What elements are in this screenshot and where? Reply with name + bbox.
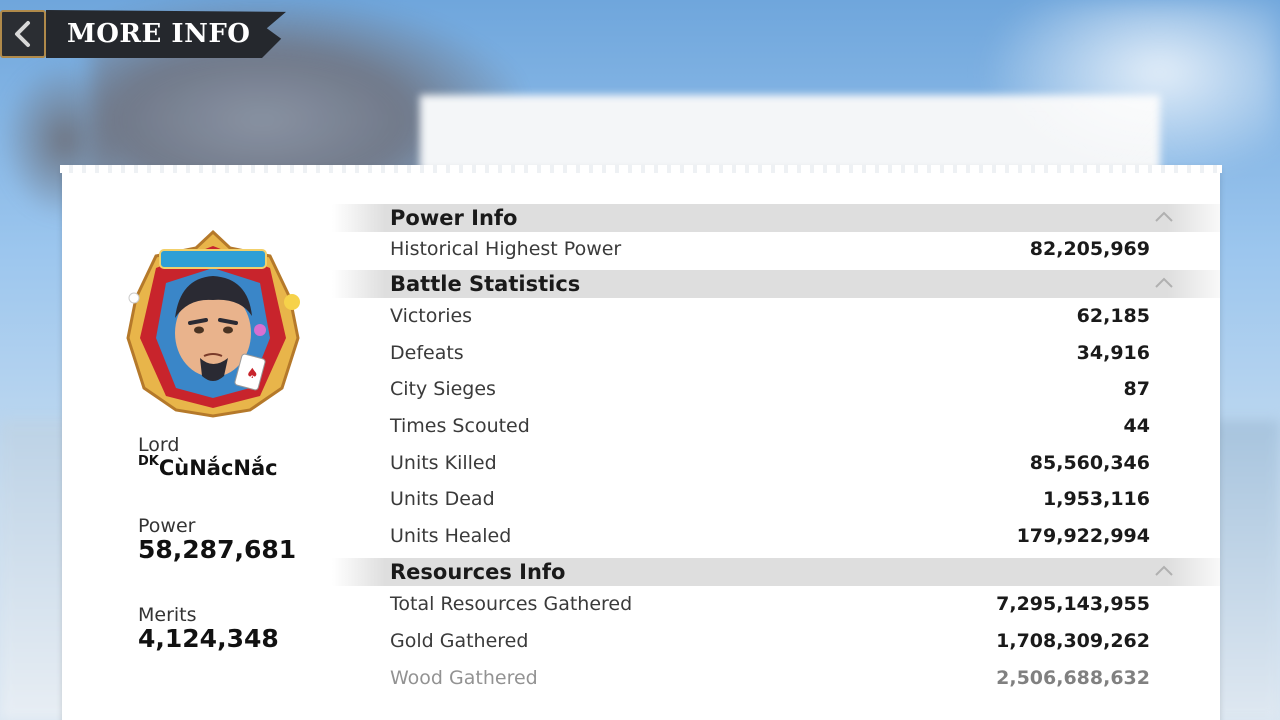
lord-name: DKCùNắcNắc	[138, 454, 278, 480]
stats-list[interactable]: Power Info Historical Highest Power 82,2…	[332, 204, 1220, 694]
svg-text:♠: ♠	[246, 366, 259, 382]
stat-value: 2,506,688,632	[996, 666, 1150, 689]
stat-value: 179,922,994	[1016, 524, 1150, 547]
stat-value: 1,953,116	[1043, 488, 1150, 511]
stat-label: Units Dead	[390, 488, 495, 511]
stat-value: 7,295,143,955	[996, 593, 1150, 616]
stat-value: 44	[1123, 415, 1150, 438]
stat-label: Gold Gathered	[390, 630, 529, 653]
alliance-tag: DK	[138, 454, 159, 469]
stat-value: 82,205,969	[1029, 238, 1150, 260]
stat-value: 85,560,346	[1029, 451, 1150, 474]
chevron-up-icon[interactable]	[1154, 209, 1174, 223]
section-header-resources-info[interactable]: Resources Info	[332, 558, 1220, 587]
stat-label: City Sieges	[390, 378, 496, 401]
back-button[interactable]	[0, 10, 46, 58]
power-label: Power	[138, 515, 196, 537]
stat-label: Victories	[390, 305, 473, 328]
stat-label: Times Scouted	[390, 415, 530, 438]
title-banner: MORE INFO	[46, 10, 286, 58]
stat-row: Gold Gathered 1,708,309,262	[332, 623, 1220, 660]
page-title: MORE INFO	[67, 19, 251, 49]
merits-label: Merits	[138, 604, 197, 626]
stat-label: Total Resources Gathered	[390, 593, 633, 616]
stat-label: Historical Highest Power	[390, 238, 622, 260]
chevron-left-icon	[15, 21, 30, 47]
section-header-power-info[interactable]: Power Info	[332, 204, 1220, 232]
stat-row: Historical Highest Power 82,205,969	[332, 234, 1220, 264]
stat-row: Units Killed 85,560,346	[332, 444, 1220, 481]
stat-value: 34,916	[1076, 341, 1150, 364]
section-title: Resources Info	[390, 560, 566, 585]
player-name: CùNắcNắc	[158, 456, 278, 480]
stat-value: 87	[1123, 378, 1150, 401]
stat-row: Victories 62,185	[332, 298, 1220, 335]
background-edge-right	[1210, 420, 1280, 720]
stat-row: Defeats 34,916	[332, 335, 1220, 372]
merits-value: 4,124,348	[138, 624, 279, 653]
stat-value: 1,708,309,262	[996, 630, 1150, 653]
stat-label: Defeats	[390, 341, 464, 364]
stat-row: Units Healed 179,922,994	[332, 518, 1220, 555]
background-cloud	[980, 0, 1280, 180]
stat-label: Units Healed	[390, 524, 512, 547]
stat-row: Total Resources Gathered 7,295,143,955	[332, 586, 1220, 623]
stat-label: Wood Gathered	[390, 666, 538, 689]
stat-row: City Sieges 87	[332, 371, 1220, 408]
section-title: Battle Statistics	[390, 272, 581, 296]
chevron-up-icon[interactable]	[1154, 563, 1174, 577]
power-value: 58,287,681	[138, 535, 297, 564]
section-header-battle-statistics[interactable]: Battle Statistics	[332, 270, 1220, 298]
section-title: Power Info	[390, 206, 518, 230]
lord-label: Lord	[138, 434, 180, 456]
stat-label: Units Killed	[390, 451, 497, 474]
stat-row: Times Scouted 44	[332, 408, 1220, 445]
stat-row: Units Dead 1,953,116	[332, 481, 1220, 518]
stat-value: 62,185	[1076, 305, 1150, 328]
top-bar: MORE INFO	[0, 8, 290, 60]
commander-portrait-icon[interactable]: ♠	[120, 228, 306, 418]
chevron-up-icon[interactable]	[1154, 275, 1174, 289]
info-panel: ♠ Lord DKCùNắcNắc Power 58,287,681 Merit…	[60, 165, 1222, 720]
stat-row: Wood Gathered 2,506,688,632	[332, 659, 1220, 694]
